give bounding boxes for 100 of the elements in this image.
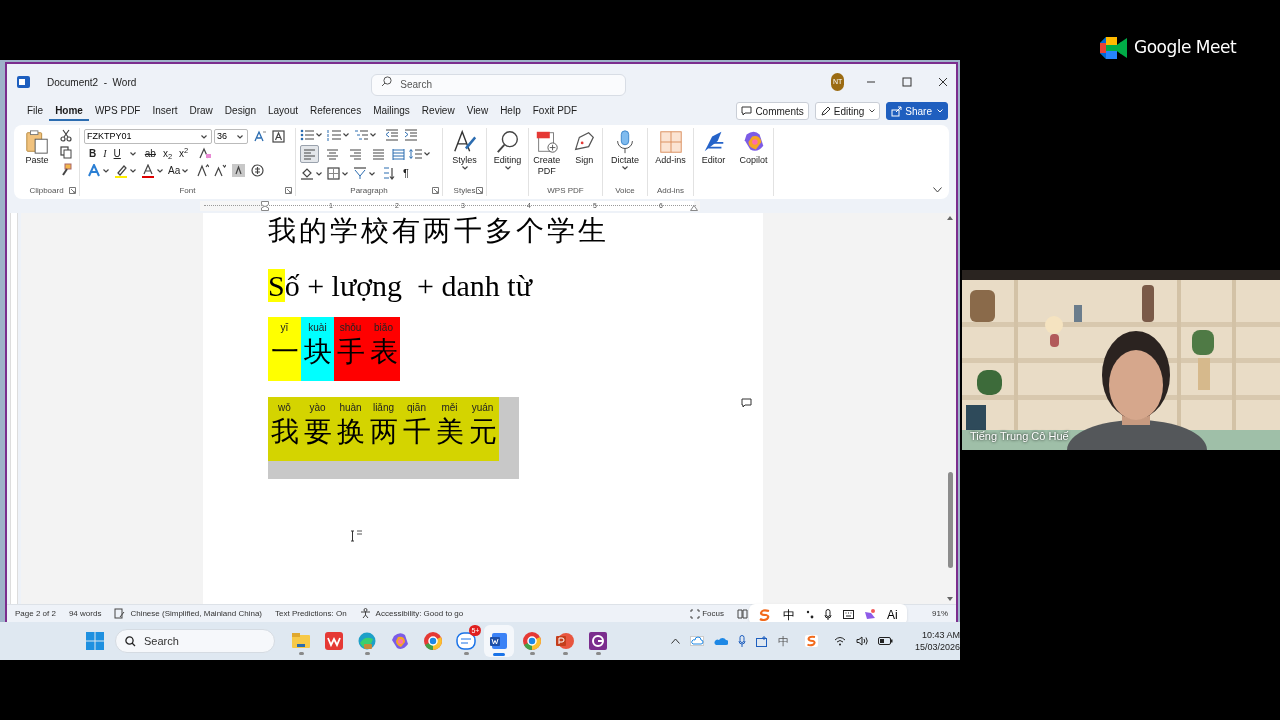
input-mode[interactable]: 中 — [782, 605, 795, 622]
font-size-field[interactable]: 36 — [214, 129, 248, 144]
battery-icon[interactable] — [877, 637, 893, 645]
ribbon-tab[interactable]: References — [304, 101, 368, 121]
editing-button[interactable]: Editing — [488, 128, 527, 185]
enclose-character-icon[interactable] — [251, 164, 265, 177]
comment-marker-icon[interactable] — [741, 398, 752, 408]
ribbon-tab[interactable]: Layout — [262, 101, 304, 121]
screen-sparkle-icon[interactable] — [755, 635, 768, 647]
editing-mode-button[interactable]: Editing — [814, 102, 881, 120]
show-marks-button[interactable]: ¶ — [403, 167, 409, 180]
font-color-icon[interactable] — [141, 163, 155, 178]
dialog-launcher-icon[interactable] — [432, 187, 439, 194]
sort-icon[interactable] — [383, 167, 396, 180]
ribbon-tab[interactable]: View — [460, 101, 495, 121]
format-button[interactable]: U — [113, 147, 121, 160]
ime-logo-icon[interactable] — [804, 635, 818, 647]
focus-button[interactable]: Focus — [690, 607, 724, 620]
collapse-ribbon-icon[interactable] — [933, 187, 942, 193]
distributed-icon[interactable] — [392, 148, 405, 160]
dialog-launcher-icon[interactable] — [285, 187, 292, 194]
onedrive-cloud-icon[interactable] — [713, 636, 728, 646]
microphone-icon[interactable] — [824, 609, 833, 620]
create-pdf-button[interactable]: Create PDF — [529, 128, 565, 185]
editor-button[interactable]: Editor — [694, 128, 733, 185]
change-case-button[interactable]: Aa — [168, 163, 191, 178]
asian-layout-icon[interactable] — [353, 167, 367, 180]
share-button[interactable]: Share — [886, 102, 948, 120]
add-ins-button[interactable]: Add-ins — [651, 128, 690, 185]
search-field[interactable]: Search — [371, 73, 627, 96]
decrease-indent-icon[interactable] — [385, 129, 398, 141]
format-button[interactable]: x$^{2}$ — [179, 147, 189, 160]
ribbon-tab[interactable]: Foxit PDF — [526, 101, 584, 121]
status-text[interactable]: Chinese (Simplified, Mainland China) — [130, 607, 262, 620]
character-shading-icon[interactable] — [232, 164, 246, 177]
clock[interactable]: 10:43 AM 15/03/2026 — [914, 629, 960, 653]
keyboard-icon[interactable] — [842, 610, 854, 619]
sign-button[interactable]: Sign — [566, 128, 602, 185]
line-spacing-icon[interactable] — [409, 148, 422, 160]
pinyin: yuán — [471, 402, 494, 414]
ribbon-tab[interactable]: Help — [494, 101, 527, 121]
cloud-icon[interactable] — [689, 636, 704, 646]
right-indent-marker-icon[interactable] — [690, 205, 698, 211]
input-language[interactable]: 中 — [777, 632, 789, 650]
show-hidden-icons-icon[interactable] — [670, 638, 680, 644]
format-painter-icon[interactable] — [60, 163, 72, 176]
shrink-font-icon[interactable] — [214, 164, 227, 177]
close-icon[interactable] — [938, 77, 948, 87]
ribbon-tab[interactable]: Mailings — [367, 101, 416, 121]
ribbon-tab[interactable]: Review — [415, 101, 461, 121]
copilot-button[interactable]: Copilot — [734, 128, 773, 185]
taskbar-search[interactable]: Search — [115, 629, 275, 653]
ribbon-tab[interactable]: Home — [49, 101, 89, 121]
proofing-icon[interactable] — [114, 608, 126, 619]
phonetic-guide-icon[interactable] — [253, 130, 267, 143]
ribbon-tab[interactable]: Insert — [146, 101, 184, 121]
ribbon-tab[interactable]: File — [21, 101, 50, 121]
skin-icon[interactable] — [864, 609, 877, 620]
grow-font-icon[interactable] — [197, 164, 210, 177]
wifi-icon[interactable] — [833, 636, 846, 646]
format-button[interactable]: B — [89, 147, 97, 160]
paste-button[interactable]: Paste — [18, 128, 56, 166]
multilevel-list-icon[interactable] — [354, 129, 368, 141]
shading-icon[interactable] — [300, 167, 314, 180]
ai-button[interactable]: Ai — [886, 605, 898, 622]
numbering-icon[interactable] — [327, 129, 341, 141]
scroll-down-icon[interactable] — [947, 597, 953, 601]
maximize-icon[interactable] — [902, 77, 912, 87]
copy-icon[interactable] — [60, 146, 72, 159]
borders-icon[interactable] — [327, 167, 340, 180]
styles-button[interactable]: Styles — [445, 128, 484, 185]
format-button[interactable]: ab — [144, 147, 156, 160]
zoom-level[interactable]: 91% — [932, 607, 948, 620]
windows-start-icon[interactable] — [86, 632, 104, 650]
ribbon-tab[interactable]: Draw — [183, 101, 219, 121]
dialog-launcher-icon[interactable] — [476, 187, 483, 194]
dialog-launcher-icon[interactable] — [69, 187, 76, 194]
bullets-icon[interactable] — [300, 129, 314, 141]
format-button[interactable]: x$_{2}$ — [162, 147, 173, 160]
character-border-icon[interactable] — [272, 130, 285, 143]
dictate-button[interactable]: Dictate — [606, 128, 644, 185]
increase-indent-icon[interactable] — [404, 129, 417, 141]
speaker-icon[interactable] — [855, 636, 868, 646]
ribbon-tab[interactable]: Design — [218, 101, 262, 121]
scissors-icon[interactable] — [60, 129, 72, 142]
font-name-field[interactable]: FZKTPY01 — [84, 129, 212, 144]
highlighter-icon[interactable] — [114, 163, 128, 178]
scroll-up-icon[interactable] — [947, 216, 953, 220]
clear-formatting-icon[interactable] — [198, 147, 213, 160]
ribbon-tab[interactable]: WPS PDF — [88, 101, 147, 121]
scroll-thumb[interactable] — [947, 472, 953, 568]
indent-marker-icon[interactable] — [261, 201, 269, 211]
taskbar-app[interactable] — [484, 625, 515, 657]
scrollbar[interactable] — [944, 213, 956, 604]
status-text[interactable]: Accessibility: Good to go — [375, 607, 464, 620]
comments-button[interactable]: Comments — [736, 102, 809, 120]
format-button[interactable]: I — [103, 147, 107, 160]
text-effects-icon[interactable] — [87, 163, 101, 178]
read-mode-icon[interactable] — [737, 608, 748, 619]
punctuation-icon[interactable] — [805, 609, 814, 620]
